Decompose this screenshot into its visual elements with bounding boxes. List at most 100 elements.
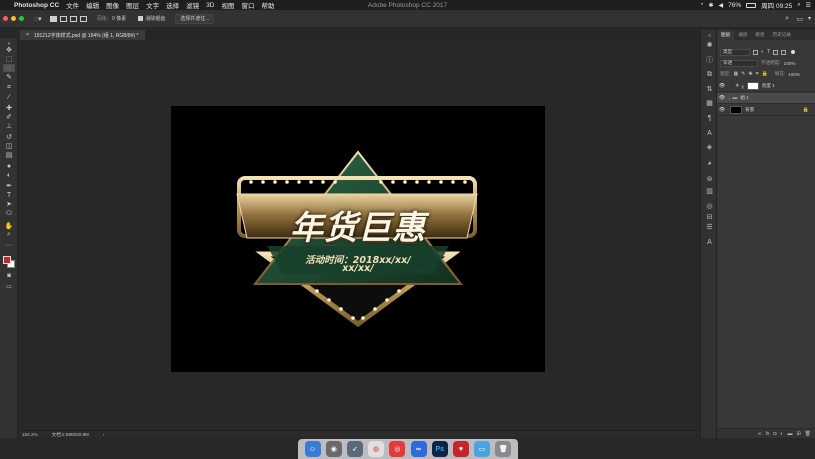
brush-tool-icon[interactable]: ✐	[3, 113, 15, 121]
new-adjustment-icon[interactable]: ◐	[780, 431, 783, 437]
fill-input[interactable]: 100%	[788, 72, 800, 77]
menu-window[interactable]: 窗口	[241, 0, 254, 10]
wifi-icon[interactable]: ◔	[700, 2, 704, 8]
menu-list-icon[interactable]: ☰	[806, 2, 811, 9]
tab-channels[interactable]: 通道	[734, 30, 751, 40]
actions-panel-icon[interactable]: ▦	[705, 100, 714, 108]
chevron-down-icon[interactable]: ▾	[808, 15, 811, 22]
menu-filter[interactable]: 滤镜	[186, 0, 199, 10]
eye-icon[interactable]: 👁	[717, 83, 727, 89]
battery-percent[interactable]: 76%	[728, 2, 741, 9]
chrome-icon[interactable]: ◍	[368, 441, 385, 457]
lock-artboard-icon[interactable]: ⌗	[756, 71, 759, 77]
antialias-toggle[interactable]: 消除锯齿	[138, 15, 165, 22]
delete-layer-icon[interactable]: 🗑	[805, 431, 811, 437]
properties-panel-icon[interactable]: ⧉	[705, 71, 714, 79]
link-layers-icon[interactable]: ∞	[758, 431, 762, 437]
marquee-tool-icon[interactable]: ⬚	[3, 55, 15, 63]
checkbox-icon[interactable]	[138, 16, 144, 21]
menu-file[interactable]: 文件	[66, 0, 79, 10]
swatches-panel-icon[interactable]: ▥	[705, 188, 714, 196]
filter-shape-icon[interactable]	[773, 49, 779, 55]
workspace-icon[interactable]: ▭	[796, 15, 803, 23]
eye-icon[interactable]: 👁	[717, 107, 727, 113]
netease-music-icon[interactable]: ◎	[389, 441, 406, 457]
filter-smart-icon[interactable]	[781, 49, 787, 55]
foreground-color-swatch[interactable]	[3, 256, 11, 264]
feather-input[interactable]: 0 像素	[112, 15, 126, 22]
color-panel-icon[interactable]: ✺	[705, 42, 714, 50]
menu-view[interactable]: 视图	[221, 0, 234, 10]
layer-row-background[interactable]: 👁 背景 🔒	[717, 105, 815, 116]
blend-mode-select[interactable]: 穿透	[720, 59, 758, 67]
menu-app-name[interactable]: Photoshop CC	[14, 2, 59, 9]
battery-icon[interactable]	[746, 2, 757, 8]
character-panel-icon[interactable]: A	[705, 239, 714, 247]
paragraph-panel-icon[interactable]: ¶	[705, 115, 714, 123]
fx-icon[interactable]: fx	[765, 431, 769, 437]
tab-close-icon[interactable]: ×	[26, 32, 29, 38]
menu-3d[interactable]: 3D	[206, 2, 214, 9]
chevron-right-icon[interactable]: ›	[729, 96, 730, 101]
rocket-icon[interactable]: ➶	[346, 441, 363, 457]
folder-icon[interactable]: ▭	[474, 441, 491, 457]
layer-row-brightness[interactable]: 👁 ☀ § 亮度 1	[717, 81, 815, 92]
adjustments-panel-icon[interactable]: ⇅	[705, 86, 714, 94]
history-brush-tool-icon[interactable]: ↺	[3, 133, 15, 141]
styles-panel-icon[interactable]: ◕	[705, 160, 714, 168]
layer-row-group[interactable]: 👁 › ▬ 组 1	[717, 93, 815, 104]
type-tool-icon[interactable]: T	[3, 191, 15, 199]
photoshop-icon[interactable]: Ps	[431, 441, 448, 457]
lock-all-icon[interactable]: 🔒	[761, 71, 767, 77]
tab-layers[interactable]: 图层	[717, 30, 735, 40]
zoom-tool-icon[interactable]: ⌕	[3, 231, 15, 239]
add-mask-icon[interactable]: ◘	[773, 431, 776, 437]
path-select-tool-icon[interactable]: ➤	[3, 200, 15, 208]
glyphs-panel-icon[interactable]: A	[705, 130, 714, 138]
launchpad-icon[interactable]: ◉	[325, 441, 342, 457]
clock[interactable]: 周四 09:25	[761, 0, 792, 10]
menu-layer[interactable]: 图层	[126, 0, 139, 10]
eyedropper-tool-icon[interactable]: ⁄	[3, 93, 15, 101]
lock-position-icon[interactable]: ✥	[748, 71, 752, 77]
lasso-tool-preset-icon[interactable]: ◌▾	[34, 15, 42, 23]
filter-type-icon[interactable]: T	[767, 49, 770, 55]
zoom-window-button[interactable]	[19, 16, 24, 21]
new-selection-icon[interactable]	[49, 15, 57, 22]
screen-mode-icon[interactable]: ▭	[3, 282, 15, 290]
search-icon[interactable]: ⌕	[797, 2, 800, 9]
gradient-tool-icon[interactable]: ▤	[3, 151, 15, 159]
quick-mask-icon[interactable]: ◙	[3, 272, 15, 280]
shape-tool-icon[interactable]: ⬭	[3, 210, 15, 218]
new-group-icon[interactable]: ▬	[787, 431, 792, 437]
opacity-input[interactable]: 100%	[784, 61, 796, 66]
3d-panel-icon[interactable]: ◎	[705, 203, 714, 211]
hand-tool-icon[interactable]: ✋	[3, 222, 15, 230]
eye-icon[interactable]: 👁	[717, 95, 727, 101]
blur-tool-icon[interactable]: ●	[3, 162, 15, 170]
finder-icon[interactable]: ☺	[304, 441, 321, 457]
menu-select[interactable]: 选择	[166, 0, 179, 10]
clone-stamp-tool-icon[interactable]: ⊥	[3, 122, 15, 130]
filter-toggle-icon[interactable]	[791, 50, 796, 54]
subtract-selection-icon[interactable]	[69, 15, 77, 22]
menu-edit[interactable]: 编辑	[86, 0, 99, 10]
filter-adjust-icon[interactable]: ◐	[761, 49, 764, 55]
tab-paths[interactable]: 路径	[751, 30, 768, 40]
pen-tool-icon[interactable]: ✒	[3, 182, 15, 190]
menu-type[interactable]: 文字	[146, 0, 159, 10]
collapse-icon[interactable]: «	[705, 32, 714, 40]
menu-help[interactable]: 帮助	[261, 0, 274, 10]
eraser-tool-icon[interactable]: ◫	[3, 142, 15, 150]
more-tools-icon[interactable]: ···	[3, 241, 15, 249]
bluetooth-icon[interactable]: ✱	[708, 2, 713, 9]
crop-tool-icon[interactable]: ⌗	[3, 84, 15, 92]
search-icon[interactable]: ⌕	[785, 15, 789, 23]
trash-icon[interactable]: 🗑	[495, 441, 512, 457]
tab-document[interactable]: × 181212字体样式.psd @ 184% (组 1, RGB/8#) *	[20, 30, 145, 40]
select-and-mask-button[interactable]: 选择并遮住...	[175, 13, 215, 24]
timeline-panel-icon[interactable]: ⊟	[705, 214, 714, 222]
libraries-panel-icon[interactable]: ☰	[705, 224, 714, 232]
baidu-netdisk-icon[interactable]: ∞	[410, 441, 427, 457]
status-menu-arrow[interactable]: ›	[103, 432, 105, 437]
